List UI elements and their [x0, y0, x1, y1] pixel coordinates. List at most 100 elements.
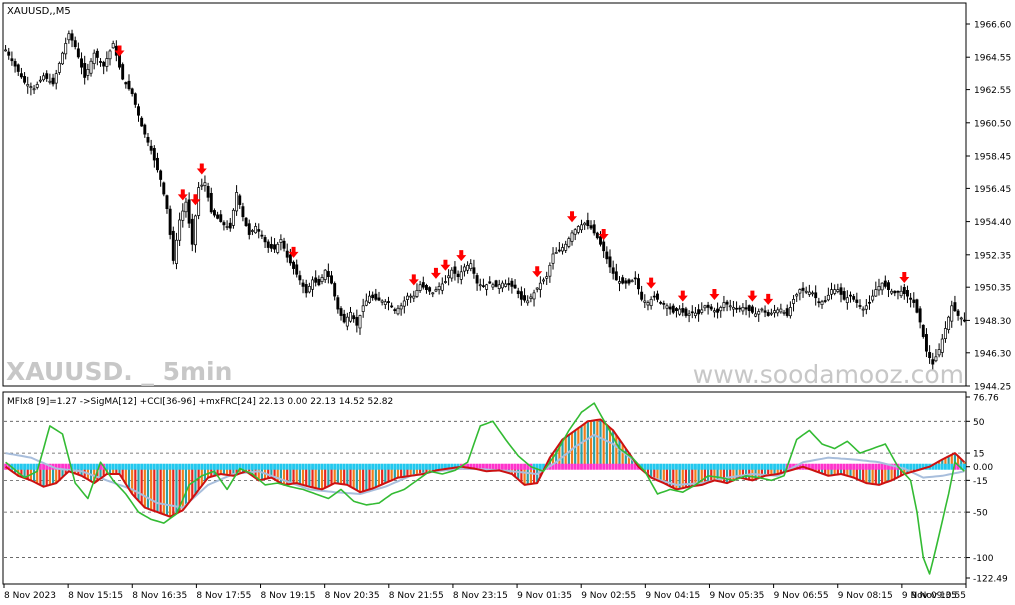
candle-body	[792, 298, 795, 304]
zero-line-dot	[877, 463, 881, 470]
zero-line-dot	[349, 463, 352, 470]
indicator-tick-label: -122.49	[973, 575, 1008, 585]
histogram-bar	[137, 466, 140, 501]
zero-line-dot	[203, 463, 207, 470]
zero-line-dot	[839, 463, 843, 470]
zero-line-dot	[583, 463, 587, 470]
candle-body	[231, 209, 235, 226]
time-tick-label: 8 Nov 19:15	[261, 591, 316, 601]
candle-body	[371, 294, 375, 299]
candle-body	[656, 293, 659, 300]
zero-line-dot	[817, 463, 821, 470]
zero-line-dot	[42, 463, 45, 470]
candle-body	[918, 308, 922, 323]
histogram-bar	[583, 423, 586, 467]
candle-body	[76, 48, 80, 58]
candle-body	[573, 229, 577, 235]
zero-line-dot	[383, 463, 387, 470]
zero-line-dot	[611, 463, 615, 470]
candle-body	[168, 208, 172, 235]
candle-body	[497, 284, 501, 289]
histogram-bar	[621, 444, 624, 467]
candle-body	[519, 291, 523, 300]
indicator-tick-label: 50	[973, 418, 985, 428]
candle-body	[674, 308, 678, 312]
candle-body	[804, 290, 808, 293]
candle-body	[561, 247, 564, 252]
candle-body	[61, 52, 65, 65]
candle-body	[687, 313, 691, 316]
candle-body	[611, 267, 615, 274]
candle-body	[678, 308, 682, 315]
candle-body	[662, 303, 666, 305]
zero-line-dot	[29, 463, 33, 470]
candle-body	[599, 236, 602, 245]
candle-body	[580, 224, 583, 231]
histogram-bar	[577, 428, 580, 467]
candle-body	[317, 279, 321, 286]
candle-body	[250, 230, 254, 232]
candle-body	[690, 311, 694, 314]
candle-body	[513, 284, 517, 289]
zero-line-dot	[133, 463, 137, 470]
candle-body	[943, 328, 947, 339]
zero-line-dot	[285, 463, 289, 470]
candle-body	[257, 229, 261, 232]
candle-body	[80, 58, 83, 68]
candle-body	[64, 43, 68, 55]
zero-line-dot	[516, 463, 520, 470]
zero-line-dot	[361, 463, 365, 470]
zero-line-dot	[842, 463, 846, 470]
candle-body	[915, 299, 919, 313]
time-tick-label: 9 Nov 10:55	[911, 591, 966, 601]
candle-body	[279, 239, 283, 243]
price-tick-label: 1956.45	[974, 185, 1011, 195]
histogram-bar	[165, 466, 169, 516]
zero-line-dot	[586, 463, 590, 470]
indicator-tick-label: -50	[973, 509, 988, 519]
zero-line-dot	[73, 463, 77, 470]
zero-line-dot	[146, 463, 150, 470]
zero-line-dot	[19, 463, 23, 470]
zero-line-dot	[364, 463, 368, 470]
price-pane[interactable]	[2, 2, 967, 387]
zero-line-dot	[352, 463, 356, 470]
candle-body	[200, 184, 204, 187]
zero-line-dot	[725, 463, 729, 470]
zero-line-dot	[247, 463, 251, 470]
zero-line-dot	[406, 463, 409, 470]
zero-line-dot	[858, 463, 862, 470]
candle-body	[747, 305, 751, 312]
zero-line-dot	[149, 463, 153, 470]
candle-body	[193, 215, 197, 246]
histogram-bar	[675, 466, 678, 490]
zero-line-dot	[937, 463, 941, 470]
zero-line-dot	[624, 463, 628, 470]
zero-line-dot	[159, 463, 163, 470]
histogram-bar	[586, 421, 589, 467]
candle-body	[165, 195, 169, 209]
price-tick-label: 1966.60	[974, 21, 1011, 31]
candle-body	[845, 297, 849, 303]
zero-line-dot	[412, 463, 416, 470]
histogram-bar	[362, 466, 365, 492]
zero-line-dot	[114, 463, 118, 470]
time-tick-label: 8 Nov 16:35	[132, 591, 187, 601]
candle-body	[516, 290, 520, 295]
zero-line-dot	[703, 463, 707, 470]
zero-line-dot	[519, 463, 523, 470]
zero-line-dot	[380, 463, 384, 470]
candle-body	[393, 309, 397, 312]
zero-line-dot	[121, 463, 125, 470]
zero-line-dot	[339, 463, 343, 470]
candle-body	[542, 279, 546, 282]
zero-line-dot	[713, 463, 716, 470]
histogram-bar	[605, 424, 608, 467]
candle-body	[178, 219, 182, 241]
zero-line-dot	[760, 463, 764, 470]
price-tick-label: 1964.55	[974, 54, 1011, 64]
candle-body	[16, 64, 20, 72]
candle-body	[871, 295, 875, 301]
time-tick-label: 8 Nov 17:55	[196, 591, 251, 601]
candle-body	[140, 117, 144, 127]
